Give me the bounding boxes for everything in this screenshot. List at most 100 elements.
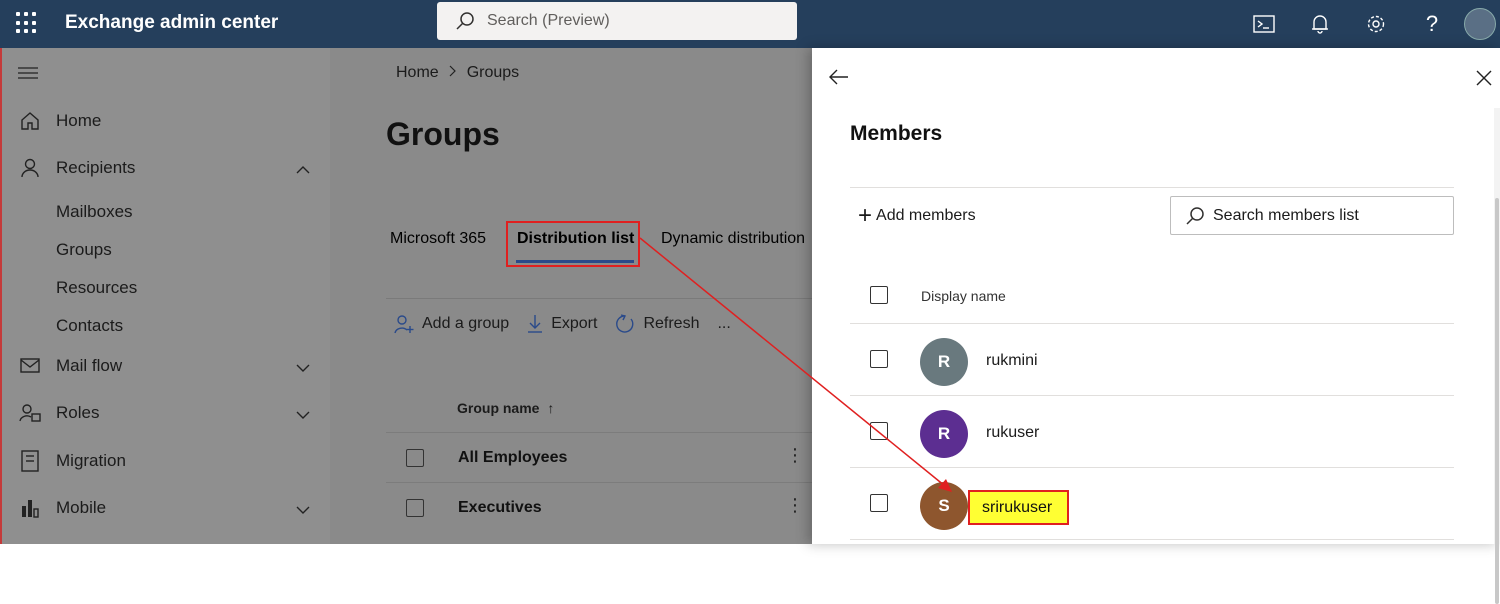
scrollbar[interactable] xyxy=(1494,108,1500,604)
row-more-icon[interactable]: ⋮ xyxy=(786,495,804,516)
help-icon[interactable]: ? xyxy=(1404,0,1460,48)
sidebar-item-label: Home xyxy=(56,111,102,130)
collapse-nav-icon[interactable] xyxy=(18,66,38,85)
command-bar: Add a group Export Refresh ... xyxy=(394,314,749,334)
sidebar-item-home[interactable]: Home xyxy=(2,101,330,141)
sidebar-item-label: Mobile xyxy=(56,498,107,517)
search-icon xyxy=(1186,206,1204,225)
sidebar-item-mail-flow[interactable]: Mail flow xyxy=(2,346,330,386)
sidebar-item-recipients[interactable]: Recipients xyxy=(2,148,330,188)
row-more-icon[interactable]: ⋮ xyxy=(786,445,804,466)
sidebar-item-label: Roles xyxy=(56,403,100,422)
row-checkbox[interactable] xyxy=(870,422,888,440)
refresh-icon xyxy=(616,314,634,333)
sidebar-item-label: Recipients xyxy=(56,158,136,177)
sidebar-item-contacts[interactable]: Contacts xyxy=(56,316,123,336)
sidebar-item-label: Mail flow xyxy=(56,356,123,375)
main-content: Home Groups Groups Microsoft 365 Distrib… xyxy=(330,48,812,544)
row-checkbox[interactable] xyxy=(870,350,888,368)
refresh-button[interactable]: Refresh xyxy=(615,314,699,334)
avatar: R xyxy=(920,410,968,458)
mobile-icon xyxy=(2,498,56,518)
members-table-header: Display name xyxy=(850,276,1454,324)
members-panel: Members + Add members Search members lis… xyxy=(812,48,1500,604)
home-icon xyxy=(2,111,56,131)
breadcrumb: Home Groups xyxy=(396,64,519,82)
member-name: srirukuser xyxy=(982,499,1053,516)
tab-microsoft-365[interactable]: Microsoft 365 xyxy=(390,230,486,248)
settings-icon[interactable] xyxy=(1348,0,1404,48)
chevron-down-icon[interactable] xyxy=(296,358,310,378)
panel-title: Members xyxy=(850,122,943,145)
add-person-icon xyxy=(394,315,414,334)
member-row[interactable]: R rukmini xyxy=(850,324,1454,396)
table-row[interactable]: Executives ⋮ xyxy=(386,482,812,532)
add-group-button[interactable]: Add a group xyxy=(394,314,509,334)
person-icon xyxy=(2,158,56,178)
close-icon[interactable] xyxy=(1476,70,1492,91)
table-row[interactable]: All Employees ⋮ xyxy=(386,432,812,482)
chevron-up-icon[interactable] xyxy=(296,160,310,180)
search-members-placeholder: Search members list xyxy=(1213,206,1359,224)
search-members-input[interactable]: Search members list xyxy=(1170,196,1454,235)
column-header-group-name[interactable]: Group name ↑ xyxy=(457,400,554,416)
group-name[interactable]: All Employees xyxy=(458,449,567,467)
export-button[interactable]: Export xyxy=(527,314,597,334)
sidebar: Home Recipients Mailboxes Groups Resourc… xyxy=(2,48,330,544)
sidebar-item-label: Migration xyxy=(56,451,126,470)
search-icon xyxy=(456,12,474,30)
member-name[interactable]: rukuser xyxy=(986,424,1039,442)
sidebar-item-mailboxes[interactable]: Mailboxes xyxy=(56,202,133,222)
notifications-icon[interactable] xyxy=(1292,0,1348,48)
tab-dynamic-distribution[interactable]: Dynamic distribution xyxy=(661,230,805,248)
column-header-display-name[interactable]: Display name xyxy=(921,288,1006,304)
download-icon xyxy=(528,315,543,333)
breadcrumb-home[interactable]: Home xyxy=(396,64,439,82)
more-options-button[interactable]: ... xyxy=(717,315,730,333)
sidebar-item-roles[interactable]: Roles xyxy=(2,393,330,433)
roles-icon xyxy=(2,403,56,423)
app-launcher-icon[interactable] xyxy=(16,12,38,34)
breadcrumb-groups: Groups xyxy=(466,64,520,81)
chevron-down-icon[interactable] xyxy=(296,405,310,425)
select-all-checkbox[interactable] xyxy=(870,286,888,304)
chevron-right-icon xyxy=(449,64,457,82)
highlighted-member-name[interactable]: srirukuser xyxy=(968,490,1069,525)
refresh-label: Refresh xyxy=(643,315,700,332)
sidebar-item-migration[interactable]: Migration xyxy=(2,441,330,481)
scrollbar-thumb[interactable] xyxy=(1495,198,1499,604)
top-bar: Exchange admin center Search (Preview) ? xyxy=(0,0,1500,48)
member-row[interactable]: S xyxy=(850,468,1454,540)
member-name[interactable]: rukmini xyxy=(986,352,1038,370)
row-checkbox[interactable] xyxy=(406,449,424,467)
export-label: Export xyxy=(551,315,598,332)
sidebar-item-groups[interactable]: Groups xyxy=(56,240,112,260)
sidebar-item-mobile[interactable]: Mobile xyxy=(2,488,330,528)
add-group-label: Add a group xyxy=(422,315,510,332)
migration-icon xyxy=(2,450,56,472)
back-arrow-icon[interactable] xyxy=(828,68,850,91)
sort-ascending-icon: ↑ xyxy=(547,400,555,416)
add-members-label: Add members xyxy=(876,207,976,224)
search-placeholder: Search (Preview) xyxy=(487,12,610,29)
mail-icon xyxy=(2,358,56,374)
chevron-down-icon[interactable] xyxy=(296,500,310,520)
user-avatar[interactable] xyxy=(1460,0,1500,48)
annotation-box xyxy=(506,221,640,267)
app-title: Exchange admin center xyxy=(65,12,279,33)
divider xyxy=(850,187,1454,188)
global-search-input[interactable]: Search (Preview) xyxy=(437,2,797,40)
row-checkbox[interactable] xyxy=(870,494,888,512)
sidebar-item-resources[interactable]: Resources xyxy=(56,278,137,298)
plus-icon: + xyxy=(858,202,873,229)
add-members-button[interactable]: + Add members xyxy=(858,204,976,228)
page-title: Groups xyxy=(386,116,500,152)
cloud-shell-icon[interactable] xyxy=(1236,0,1292,48)
column-header-label: Group name xyxy=(457,400,540,416)
member-row[interactable]: R rukuser xyxy=(850,396,1454,468)
row-checkbox[interactable] xyxy=(406,499,424,517)
avatar: S xyxy=(920,482,968,530)
group-name[interactable]: Executives xyxy=(458,499,542,517)
divider xyxy=(386,298,812,299)
avatar: R xyxy=(920,338,968,386)
